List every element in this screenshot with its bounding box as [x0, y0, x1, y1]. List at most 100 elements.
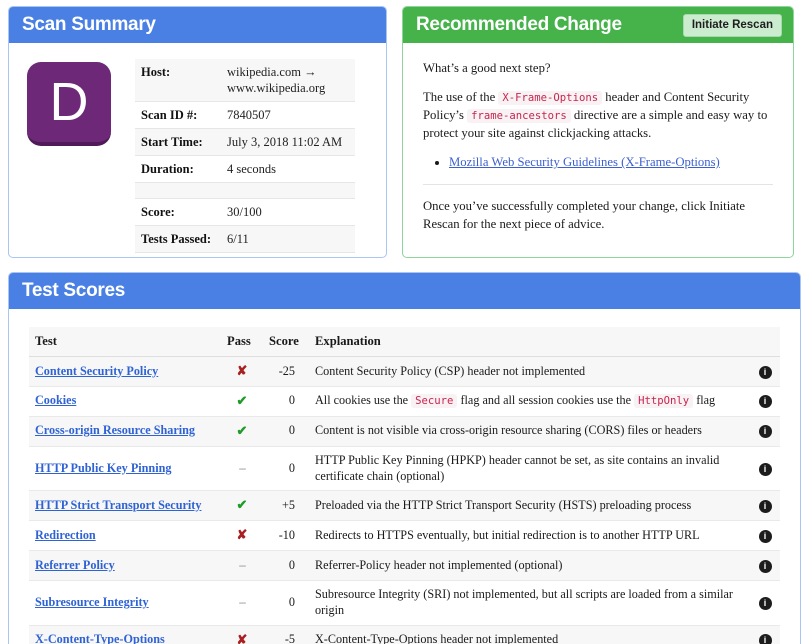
score-cell: 0	[263, 446, 309, 492]
table-row: Content Security Policy ✘ -25 Content Secur…	[29, 356, 780, 387]
summary-row-key: Duration:	[135, 155, 221, 183]
info-cell: i	[750, 625, 780, 644]
fail-cross-icon: ✘	[221, 356, 263, 387]
test-name-link[interactable]: HTTP Public Key Pinning	[35, 461, 171, 475]
scan-summary-header: Scan Summary	[9, 7, 386, 43]
initiate-rescan-button[interactable]: Initiate Rescan	[682, 14, 782, 37]
fail-cross-icon: ✘	[221, 625, 263, 644]
table-row: Subresource Integrity –0 Subresource Integ…	[29, 580, 780, 626]
table-header-row: Test Pass Score Explanation	[29, 327, 780, 357]
advice-text-1: The use of the	[423, 90, 496, 105]
test-scores-header: Test Scores	[9, 273, 800, 309]
column-header-score: Score	[263, 327, 309, 357]
summary-row-key: Scan ID #:	[135, 101, 221, 129]
scan-summary-title: Scan Summary	[22, 14, 156, 35]
summary-row-value: 30/100	[221, 198, 355, 226]
table-row: HTTP Public Key Pinning –0 HTTP Public Key…	[29, 446, 780, 492]
explanation-cell: X-Content-Type-Options header not implem…	[309, 625, 750, 644]
recommended-change-title: Recommended Change	[416, 14, 622, 35]
explanation-cell: Content is not visible via cross-origin …	[309, 416, 750, 447]
code-httponly-flag: HttpOnly	[634, 394, 694, 409]
info-icon[interactable]: i	[758, 395, 772, 409]
summary-row-value: wikipedia.com → www.wikipedia.org	[221, 59, 355, 102]
neutral-dash-icon: –	[221, 580, 263, 626]
summary-row: Start Time: July 3, 2018 11:02 AM	[135, 128, 355, 156]
info-icon[interactable]: i	[758, 365, 772, 379]
grade-badge: D	[27, 62, 111, 146]
summary-row: Duration: 4 seconds	[135, 155, 355, 183]
score-cell: 0	[263, 550, 309, 582]
info-icon[interactable]: i	[758, 499, 772, 513]
summary-row-key	[135, 182, 221, 199]
info-cell: i	[750, 416, 780, 447]
scan-results-page: Scan Summary D Host: wikipedia.com → www.…	[0, 0, 809, 644]
test-name-link[interactable]: HTTP Strict Transport Security	[35, 498, 201, 512]
info-icon[interactable]: i	[758, 529, 772, 543]
info-icon[interactable]: i	[758, 634, 772, 644]
summary-row-key: Start Time:	[135, 128, 221, 156]
test-name-link[interactable]: Cross-origin Resource Sharing	[35, 423, 195, 437]
neutral-dash-icon: –	[221, 446, 263, 492]
score-cell: -10	[263, 520, 309, 552]
summary-row: Tests Passed: 6/11	[135, 225, 355, 253]
test-name-cell: HTTP Public Key Pinning	[29, 446, 221, 492]
column-header-explanation: Explanation	[309, 327, 750, 357]
table-row: Referrer Policy –0 Referrer-Policy header …	[29, 550, 780, 582]
code-frame-ancestors: frame-ancestors	[467, 109, 571, 124]
table-row: Redirection ✘ -10 Redirects to HTTPS eventu…	[29, 520, 780, 552]
divider	[423, 184, 773, 186]
test-name-link[interactable]: Redirection	[35, 528, 96, 542]
mozilla-guidelines-link[interactable]: Mozilla Web Security Guidelines (X-Frame…	[449, 155, 720, 169]
score-cell: -5	[263, 625, 309, 644]
test-name-link[interactable]: Content Security Policy	[35, 364, 158, 378]
test-name-link[interactable]: Subresource Integrity	[35, 595, 149, 609]
reference-link-list: Mozilla Web Security Guidelines (X-Frame…	[423, 153, 773, 171]
explanation-text-2: flag and all session cookies use the	[460, 393, 632, 408]
grade-badge-wrapper: D	[23, 59, 135, 253]
score-cell: -25	[263, 356, 309, 387]
test-scores-body: Test Pass Score Explanation Content Secu…	[9, 309, 800, 644]
info-icon[interactable]: i	[758, 559, 772, 573]
pass-check-icon: ✔	[221, 490, 263, 522]
explanation-cell: Subresource Integrity (SRI) not implemen…	[309, 580, 750, 626]
info-icon[interactable]: i	[758, 462, 772, 476]
fail-cross-icon: ✘	[221, 520, 263, 552]
summary-row-value	[221, 182, 355, 199]
score-cell: 0	[263, 416, 309, 447]
summary-row-value: 4 seconds	[221, 155, 355, 183]
summary-spacer-row	[135, 182, 355, 199]
test-name-cell: Subresource Integrity	[29, 580, 221, 626]
recommended-change-header: Recommended Change Initiate Rescan	[403, 7, 793, 43]
info-cell: i	[750, 446, 780, 492]
info-cell: i	[750, 356, 780, 387]
summary-row: Host: wikipedia.com → www.wikipedia.org	[135, 59, 355, 102]
explanation-cell: All cookies use the Secure flag and all …	[309, 386, 750, 417]
summary-row-value: 6/11	[221, 225, 355, 253]
summary-row-value: July 3, 2018 11:02 AM	[221, 128, 355, 156]
pass-check-icon: ✔	[221, 386, 263, 417]
info-icon[interactable]: i	[758, 425, 772, 439]
test-scores-tbody: Content Security Policy ✘ -25 Content Secur…	[29, 356, 780, 644]
test-name-link[interactable]: Referrer Policy	[35, 558, 115, 572]
info-cell: i	[750, 550, 780, 582]
scan-summary-table: Host: wikipedia.com → www.wikipedia.org Sc…	[135, 59, 355, 253]
info-icon[interactable]: i	[758, 596, 772, 610]
test-scores-panel: Test Scores Test Pass Score Explanation …	[8, 272, 801, 644]
table-row: Cookies ✔ 0 All cookies use the Secure flag…	[29, 386, 780, 417]
info-cell: i	[750, 386, 780, 417]
explanation-cell: Preloaded via the HTTP Strict Transport …	[309, 490, 750, 522]
explanation-cell: Referrer-Policy header not implemented (…	[309, 550, 750, 582]
score-cell: 0	[263, 386, 309, 417]
test-name-link[interactable]: X-Content-Type-Options	[35, 632, 165, 644]
info-cell: i	[750, 580, 780, 626]
rescan-footer-text: Once you’ve successfully completed your …	[423, 199, 746, 232]
explanation-cell: Redirects to HTTPS eventually, but initi…	[309, 520, 750, 552]
code-x-frame-options: X-Frame-Options	[498, 91, 603, 106]
test-name-link[interactable]: Cookies	[35, 393, 76, 407]
summary-row: Score: 30/100	[135, 198, 355, 226]
test-name-cell: Redirection	[29, 520, 221, 552]
explanation-cell: Content Security Policy (CSP) header not…	[309, 356, 750, 387]
info-cell: i	[750, 520, 780, 552]
table-row: Cross-origin Resource Sharing ✔ 0 Content i…	[29, 416, 780, 447]
top-panels-row: Scan Summary D Host: wikipedia.com → www.…	[8, 0, 801, 258]
